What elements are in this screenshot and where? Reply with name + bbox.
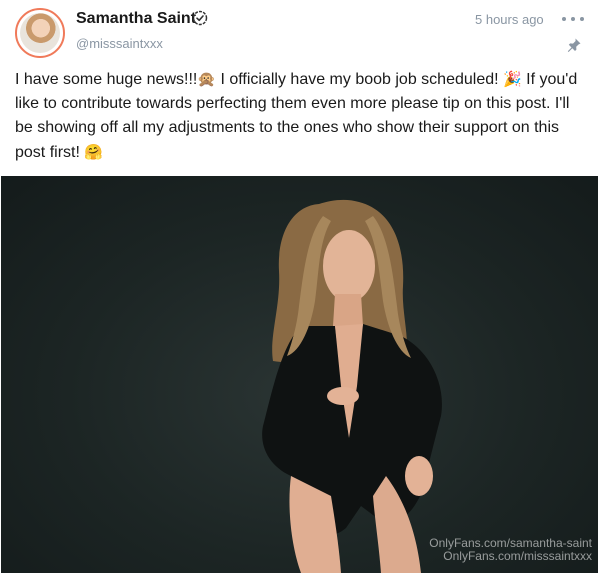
post-header: Samantha Saint @misssaintxxx 5 hours ago xyxy=(0,0,602,64)
caption-text: I officially have my boob job scheduled! xyxy=(216,71,503,88)
more-dot xyxy=(580,17,584,21)
party-popper-emoji-icon: 🎉 xyxy=(503,70,522,88)
caption-text: I have some huge news!!! xyxy=(15,71,198,88)
verified-check-icon xyxy=(192,10,208,26)
author-handle[interactable]: @misssaintxxx xyxy=(76,36,163,51)
avatar[interactable] xyxy=(15,8,65,58)
post-card: Samantha Saint @misssaintxxx 5 hours ago… xyxy=(0,0,602,573)
author-name[interactable]: Samantha Saint xyxy=(76,10,196,28)
watermark-line: OnlyFans.com/misssaintxxx xyxy=(443,549,592,563)
hugging-face-emoji-icon: 🤗 xyxy=(84,143,104,161)
post-caption: I have some huge news!!!🙊 I officially h… xyxy=(15,67,589,165)
monkey-emoji-icon: 🙊 xyxy=(197,70,217,88)
avatar-image xyxy=(20,13,60,53)
post-timestamp[interactable]: 5 hours ago xyxy=(475,12,544,27)
post-media[interactable]: OnlyFans.com/samantha-saint OnlyFans.com… xyxy=(1,176,598,573)
watermark: OnlyFans.com/samantha-saint OnlyFans.com… xyxy=(429,537,592,563)
more-dot xyxy=(571,17,575,21)
post-photo xyxy=(262,199,442,573)
pin-icon[interactable] xyxy=(566,37,582,53)
more-dot xyxy=(562,17,566,21)
more-dots-icon[interactable] xyxy=(562,11,584,27)
